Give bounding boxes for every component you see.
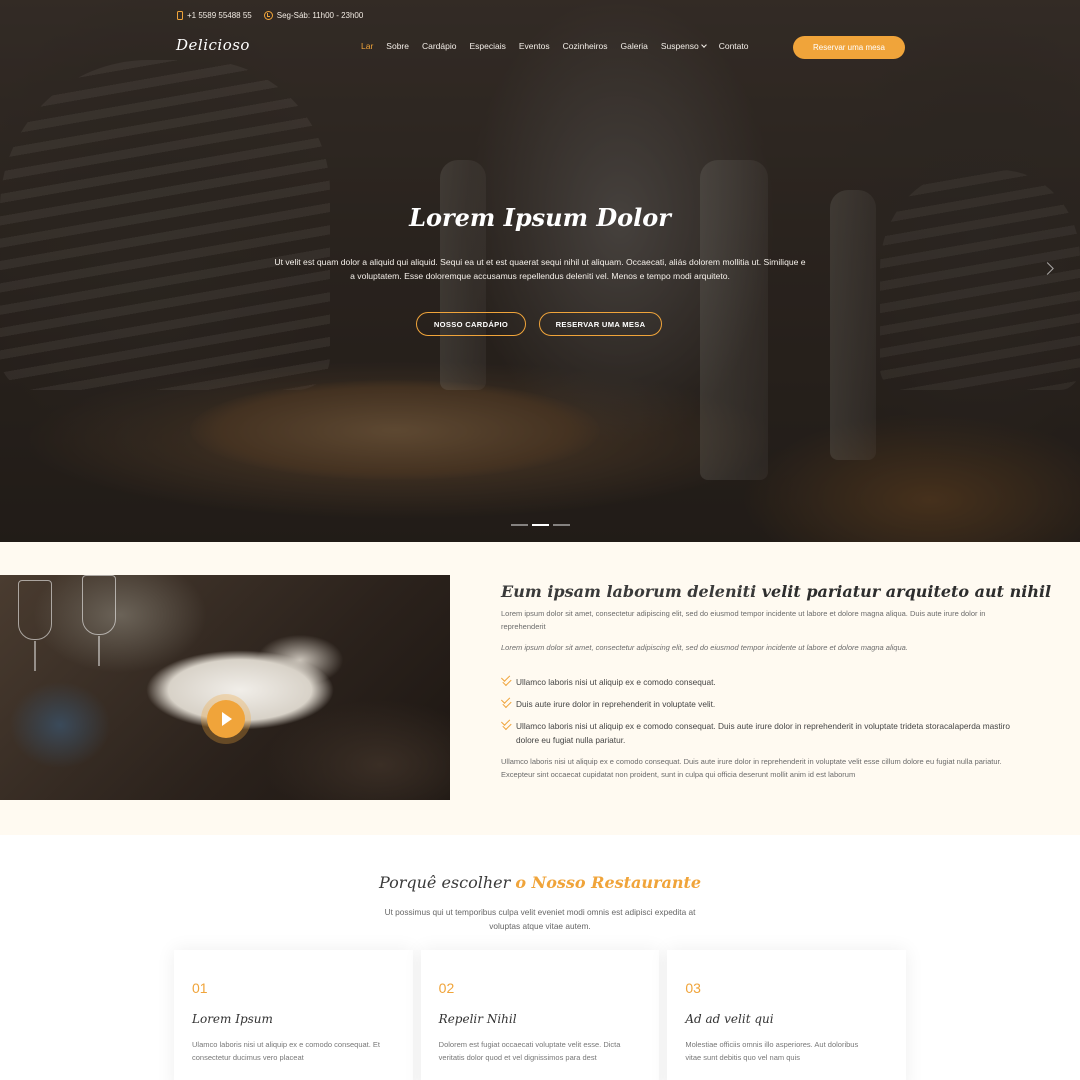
book-table-button[interactable]: Reservar uma mesa [793, 36, 905, 59]
about-paragraph-italic: Lorem ipsum dolor sit amet, consectetur … [501, 643, 908, 652]
phone-text: +1 5589 55488 55 [187, 10, 252, 20]
about-title: Eum ipsam laborum deleniti velit pariatu… [501, 582, 1051, 601]
card-title: Ad ad velit qui [685, 1012, 774, 1026]
nav-item-contato[interactable]: Contato [719, 41, 749, 51]
nav-item-suspenso-label: Suspenso [660, 41, 699, 51]
nav-item-eventos[interactable]: Eventos [519, 41, 550, 51]
feature-card: 01 Lorem Ipsum Ulamco laboris nisi ut al… [174, 950, 413, 1080]
site-logo[interactable]: Delicioso [176, 36, 250, 54]
nav-item-especiais[interactable]: Especiais [469, 41, 505, 51]
nav-item-cardapio[interactable]: Cardápio [422, 41, 457, 51]
clock-icon [263, 10, 273, 20]
chevron-down-icon [700, 42, 707, 48]
nav-item-cozinheiros[interactable]: Cozinheiros [563, 41, 608, 51]
hero-title: Lorem Ipsum Dolor [409, 203, 671, 232]
card-text: Molestiae officiis omnis illo asperiores… [685, 1040, 859, 1062]
about-title-plain: Eum ipsam laborum deleniti [501, 582, 762, 601]
double-check-icon [502, 720, 512, 731]
wine-glass-image [82, 575, 116, 666]
carousel-next-icon[interactable] [1038, 258, 1060, 280]
check-list-item: Ullamco laboris nisi ut aliquip ex e com… [501, 720, 1031, 747]
carousel-dot-active[interactable] [532, 524, 549, 526]
card-number: 02 [438, 980, 455, 996]
card-number: 01 [192, 980, 208, 996]
check-list-text: Duis aute irure dolor in reprehenderit i… [516, 699, 716, 709]
card-title: Lorem Ipsum [192, 1012, 273, 1026]
carousel-dot[interactable] [553, 524, 570, 526]
nav-item-lar[interactable]: Lar [361, 41, 373, 51]
reserve-table-button[interactable]: RESERVAR UMA MESA [539, 312, 662, 336]
why-us-cards: 01 Lorem Ipsum Ulamco laboris nisi ut al… [174, 950, 907, 1080]
topbar-hours: Seg-Sáb: 11h00 - 23h00 [263, 10, 364, 20]
about-title-bold: velit pariatur arquiteto aut nihil [761, 582, 1052, 601]
check-list-item: Duis aute irure dolor in reprehenderit i… [501, 698, 1031, 712]
card-title: Repelir Nihil [438, 1012, 517, 1026]
why-us-text: Ut possimus qui ut temporibus culpa veli… [384, 907, 696, 931]
card-text: Ulamco laboris nisi ut aliquip ex e como… [192, 1040, 381, 1062]
card-number: 03 [685, 980, 701, 996]
card-text: Dolorem est fugiat occaecati voluptate v… [438, 1040, 621, 1062]
hero-section: +1 5589 55488 55 Seg-Sáb: 11h00 - 23h00 … [0, 0, 1080, 542]
hours-text: Seg-Sáb: 11h00 - 23h00 [276, 10, 364, 20]
feature-card: 03 Ad ad velit qui Molestiae officiis om… [667, 950, 907, 1080]
play-icon[interactable] [207, 700, 245, 738]
nav-item-sobre[interactable]: Sobre [386, 41, 409, 51]
check-list-text: Ullamco laboris nisi ut aliquip ex e com… [516, 721, 1010, 745]
main-nav: Lar Sobre Cardápio Especiais Eventos Coz… [361, 41, 748, 51]
about-video-thumbnail[interactable] [0, 575, 450, 800]
nav-item-suspenso[interactable]: Suspenso [660, 41, 707, 51]
feature-card: 02 Repelir Nihil Dolorem est fugiat occa… [420, 950, 660, 1080]
about-paragraph: Lorem ipsum dolor sit amet, consectetur … [501, 609, 986, 631]
topbar: +1 5589 55488 55 Seg-Sáb: 11h00 - 23h00 [177, 8, 363, 22]
why-title-plain: Porquê escolher [378, 873, 516, 892]
about-section: Eum ipsam laborum deleniti velit pariatu… [0, 542, 1080, 835]
why-us-title: Porquê escolher o Nosso Restaurante [0, 873, 1080, 892]
carousel-dot[interactable] [511, 524, 528, 526]
about-paragraph: Ullamco laboris nisi ut aliquip ex e com… [501, 757, 1002, 779]
phone-icon [177, 10, 183, 20]
hero-text: Ut velit est quam dolor a aliquid qui al… [274, 257, 806, 281]
check-list-text: Ullamco laboris nisi ut aliquip ex e com… [516, 677, 716, 687]
why-title-accent: o Nosso Restaurante [515, 873, 702, 892]
double-check-icon [502, 698, 512, 709]
topbar-phone[interactable]: +1 5589 55488 55 [177, 10, 252, 20]
double-check-icon [502, 676, 512, 687]
our-menu-button[interactable]: NOSSO CARDÁPIO [416, 312, 526, 336]
carousel-indicators [511, 524, 570, 526]
nav-item-galeria[interactable]: Galeria [620, 41, 647, 51]
check-list-item: Ullamco laboris nisi ut aliquip ex e com… [501, 676, 1031, 690]
wine-glass-image [18, 580, 52, 671]
